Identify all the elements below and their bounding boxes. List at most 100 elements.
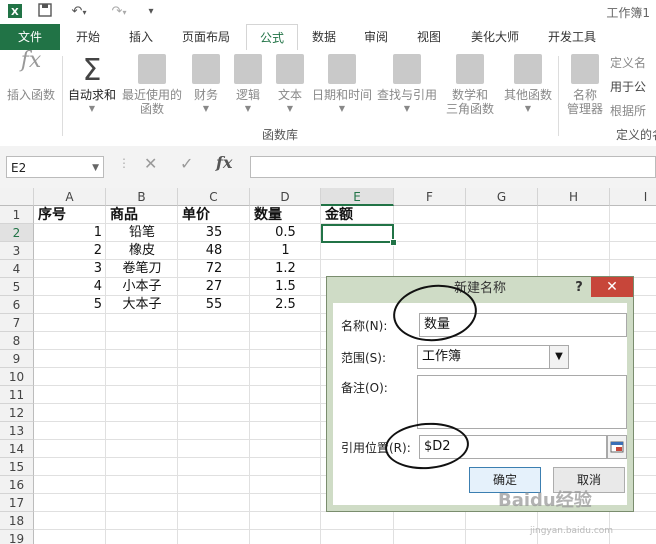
cell-c3[interactable]: 48 xyxy=(178,242,250,260)
tab-page-layout[interactable]: 页面布局 xyxy=(168,24,244,50)
cell-c6[interactable]: 55 xyxy=(178,296,250,314)
tab-beautify-master[interactable]: 美化大师 xyxy=(458,24,532,50)
recent-functions-button[interactable]: 最近使用的 函数 xyxy=(120,54,184,116)
active-cell-e2[interactable] xyxy=(321,224,394,243)
cell-a6[interactable]: 5 xyxy=(34,296,102,314)
cell-d4[interactable]: 1.2 xyxy=(250,260,321,278)
tab-review[interactable]: 审阅 xyxy=(352,24,400,50)
cell-d3[interactable]: 1 xyxy=(250,242,321,260)
chevron-down-icon[interactable]: ▼ xyxy=(549,346,568,368)
formula-bar: E2 ▼ ⋮ ✕ ✓ fx xyxy=(0,146,656,188)
select-all-corner[interactable] xyxy=(0,188,34,206)
tab-insert[interactable]: 插入 xyxy=(116,24,166,50)
tab-formulas[interactable]: 公式 xyxy=(246,24,298,52)
row-header[interactable]: 11 xyxy=(0,386,34,404)
more-functions-button[interactable]: 其他函数 ▼ xyxy=(502,54,554,116)
use-in-formula-button[interactable]: 用于公 xyxy=(610,80,656,94)
cell-c4[interactable]: 72 xyxy=(178,260,250,278)
cancel-icon[interactable]: ✕ xyxy=(144,154,157,173)
collapse-dialog-icon[interactable] xyxy=(607,435,627,459)
column-header[interactable]: A xyxy=(34,188,106,206)
cell-a4[interactable]: 3 xyxy=(34,260,102,278)
row-header[interactable]: 2 xyxy=(0,224,34,242)
row-header[interactable]: 5 xyxy=(0,278,34,296)
row-header[interactable]: 10 xyxy=(0,368,34,386)
cell-a3[interactable]: 2 xyxy=(34,242,102,260)
insert-function-icon[interactable]: fx xyxy=(216,153,232,172)
cell-a1[interactable]: 序号 xyxy=(38,206,104,224)
row-header[interactable]: 13 xyxy=(0,422,34,440)
column-header[interactable]: I xyxy=(610,188,656,206)
name-manager-button[interactable]: 名称 管理器 xyxy=(562,54,608,116)
formula-input[interactable] xyxy=(250,156,656,178)
chevron-down-icon[interactable]: ▼ xyxy=(92,157,99,179)
column-header[interactable]: C xyxy=(178,188,250,206)
cell-b2[interactable]: 铅笔 xyxy=(106,224,178,242)
tab-view[interactable]: 视图 xyxy=(404,24,454,50)
undo-icon[interactable]: ↶▾ xyxy=(66,3,92,21)
customize-quick-access-icon[interactable]: ▾ xyxy=(142,3,160,21)
math-trig-button[interactable]: 数学和 三角函数 xyxy=(442,54,498,116)
enter-icon[interactable]: ✓ xyxy=(180,154,193,173)
cell-a2[interactable]: 1 xyxy=(34,224,102,242)
row-header[interactable]: 16 xyxy=(0,476,34,494)
tab-developer[interactable]: 开发工具 xyxy=(536,24,608,50)
group-label-defined-names: 定义的名 xyxy=(616,128,656,142)
cell-c1[interactable]: 单价 xyxy=(182,206,248,224)
ribbon-separator xyxy=(62,56,63,136)
cell-d6[interactable]: 2.5 xyxy=(250,296,321,314)
cell-d5[interactable]: 1.5 xyxy=(250,278,321,296)
row-header[interactable]: 8 xyxy=(0,332,34,350)
row-header[interactable]: 3 xyxy=(0,242,34,260)
help-icon[interactable]: ? xyxy=(571,277,587,299)
lookup-reference-button[interactable]: 查找与引用 ▼ xyxy=(376,54,438,116)
insert-function-button[interactable]: fx 插入函数 xyxy=(4,50,58,103)
logical-button[interactable]: 逻辑 ▼ xyxy=(230,54,266,116)
close-button[interactable]: ✕ xyxy=(591,277,633,297)
row-header[interactable]: 18 xyxy=(0,512,34,530)
row-header[interactable]: 1 xyxy=(0,206,34,224)
cell-c2[interactable]: 35 xyxy=(178,224,250,242)
cell-b4[interactable]: 卷笔刀 xyxy=(106,260,178,278)
row-header[interactable]: 6 xyxy=(0,296,34,314)
column-header-selected[interactable]: E xyxy=(321,188,394,206)
tab-file[interactable]: 文件 xyxy=(0,24,60,50)
cell-d1[interactable]: 数量 xyxy=(254,206,318,224)
column-header[interactable]: H xyxy=(538,188,610,206)
chevron-down-icon: ▼ xyxy=(338,104,346,113)
create-from-selection-button[interactable]: 根据所 xyxy=(610,104,656,118)
row-header[interactable]: 14 xyxy=(0,440,34,458)
scope-select[interactable]: 工作簿 ▼ xyxy=(417,345,569,369)
row-header[interactable]: 19 xyxy=(0,530,34,544)
row-header[interactable]: 17 xyxy=(0,494,34,512)
comment-field[interactable] xyxy=(417,375,627,429)
column-header[interactable]: F xyxy=(394,188,466,206)
tab-home[interactable]: 开始 xyxy=(62,24,114,50)
autosum-button[interactable]: Σ 自动求和 ▼ xyxy=(66,54,118,116)
redo-icon[interactable]: ↷▾ xyxy=(106,3,132,21)
column-header[interactable]: G xyxy=(466,188,538,206)
save-icon[interactable] xyxy=(36,3,54,21)
cell-b5[interactable]: 小本子 xyxy=(106,278,178,296)
row-header[interactable]: 12 xyxy=(0,404,34,422)
cell-b1[interactable]: 商品 xyxy=(110,206,176,224)
datetime-button[interactable]: 日期和时间 ▼ xyxy=(312,54,372,116)
name-box[interactable]: E2 ▼ xyxy=(6,156,104,178)
tab-data[interactable]: 数据 xyxy=(300,24,348,50)
cell-d2[interactable]: 0.5 xyxy=(250,224,321,242)
fill-handle[interactable] xyxy=(390,239,397,246)
cell-a5[interactable]: 4 xyxy=(34,278,102,296)
row-header[interactable]: 4 xyxy=(0,260,34,278)
row-header[interactable]: 7 xyxy=(0,314,34,332)
cell-e1[interactable]: 金额 xyxy=(325,206,391,224)
column-header[interactable]: D xyxy=(250,188,321,206)
column-header[interactable]: B xyxy=(106,188,178,206)
row-header[interactable]: 9 xyxy=(0,350,34,368)
cell-c5[interactable]: 27 xyxy=(178,278,250,296)
cell-b3[interactable]: 橡皮 xyxy=(106,242,178,260)
define-name-button[interactable]: 定义名 xyxy=(610,56,656,70)
text-functions-button[interactable]: 文本 ▼ xyxy=(272,54,308,116)
financial-button[interactable]: 财务 ▼ xyxy=(188,54,224,116)
cell-b6[interactable]: 大本子 xyxy=(106,296,178,314)
row-header[interactable]: 15 xyxy=(0,458,34,476)
